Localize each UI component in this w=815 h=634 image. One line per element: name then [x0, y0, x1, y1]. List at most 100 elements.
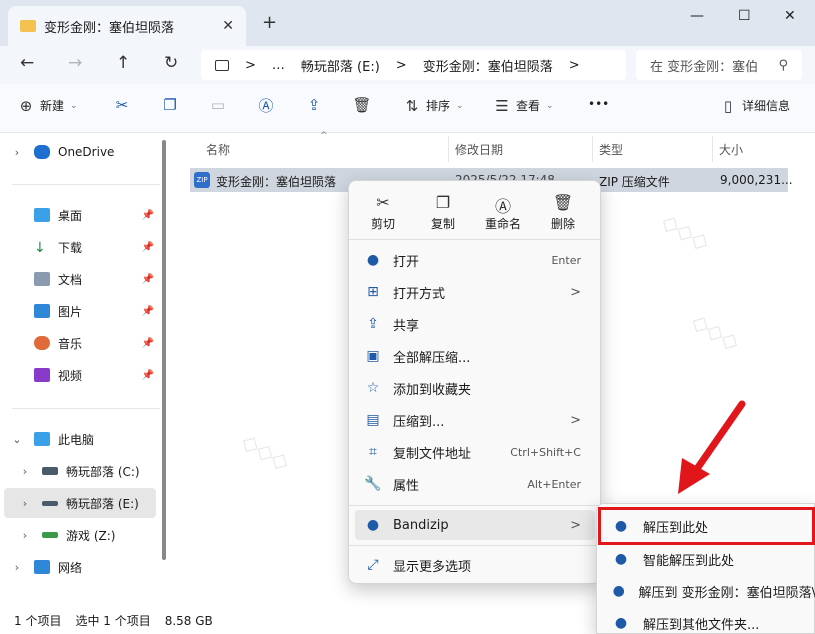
delete-button[interactable]: 🗑: [352, 96, 371, 114]
details-button[interactable]: ▯ 详细信息: [720, 96, 790, 115]
menu-item-label: 打开: [393, 254, 420, 270]
quick-action-label: 剪切: [370, 217, 395, 231]
menu-item-extract-all[interactable]: ▣ 全部解压缩...: [355, 341, 595, 371]
submenu-smart-extract[interactable]: ● 智能解压到此处: [603, 544, 815, 574]
scissors-icon: ✂: [115, 96, 129, 114]
sidebar-item-music[interactable]: 音乐 📌: [0, 328, 160, 358]
sidebar-item-this-pc[interactable]: ⌄ 此电脑: [0, 424, 160, 454]
delete-menu-button[interactable]: 🗑 删除: [535, 193, 591, 232]
share-icon: ⇪: [367, 316, 379, 332]
breadcrumb-folder[interactable]: 变形金刚：塞伯坦陨落: [423, 56, 553, 75]
new-tab-button[interactable]: +: [262, 12, 277, 33]
minimize-button[interactable]: —: [690, 8, 704, 24]
drive-icon: [42, 532, 58, 538]
back-button[interactable]: ←: [20, 53, 34, 73]
sidebar-divider: [12, 184, 160, 185]
breadcrumb-overflow[interactable]: …: [272, 58, 285, 73]
address-bar[interactable]: > … 畅玩部落 (E:) > 变形金刚：塞伯坦陨落 >: [201, 50, 626, 80]
sidebar-item-network[interactable]: › 网络: [0, 552, 160, 582]
bandizip-icon: ●: [614, 615, 628, 631]
menu-item-bandizip[interactable]: ● Bandizip >: [355, 510, 595, 540]
tab-current-folder[interactable]: 变形金刚：塞伯坦陨落 ✕: [8, 6, 246, 46]
rename-menu-button[interactable]: Ⓐ 重命名: [475, 193, 531, 232]
up-button[interactable]: ↑: [116, 53, 130, 73]
share-button[interactable]: ⇪: [306, 96, 322, 114]
sort-caret-icon: ^: [320, 131, 328, 141]
copy-button[interactable]: ❐: [162, 96, 178, 114]
wrench-icon: 🔧: [364, 476, 382, 492]
menu-item-compress-to[interactable]: ▤ 压缩到... >: [355, 405, 595, 435]
column-divider[interactable]: [712, 136, 713, 162]
menu-item-properties[interactable]: 🔧 属性 Alt+Enter: [355, 469, 595, 499]
view-button[interactable]: ☰ 查看 ⌄: [494, 96, 553, 115]
annotation-arrow: [678, 400, 746, 494]
breadcrumb-drive[interactable]: 畅玩部落 (E:): [301, 56, 380, 75]
new-button[interactable]: ⊕ 新建 ⌄: [18, 97, 78, 115]
paste-button[interactable]: ▭: [210, 96, 226, 114]
column-divider[interactable]: [448, 136, 449, 162]
maximize-button[interactable]: ☐: [738, 8, 751, 24]
menu-item-open-with[interactable]: ⊞ 打开方式 >: [355, 277, 595, 307]
scissors-icon: ✂: [376, 193, 390, 212]
column-type[interactable]: 类型: [599, 141, 623, 158]
rename-icon: Ⓐ: [494, 197, 511, 216]
more-button[interactable]: •••: [588, 97, 609, 111]
rename-icon: Ⓐ: [258, 96, 274, 115]
sidebar-item-onedrive[interactable]: › OneDrive: [0, 137, 160, 167]
menu-item-open[interactable]: ● 打开 Enter: [355, 245, 595, 275]
menu-item-label: 复制文件地址: [393, 446, 472, 462]
quick-action-label: 删除: [550, 217, 575, 231]
sidebar-item-videos[interactable]: 视频 📌: [0, 360, 160, 390]
column-divider[interactable]: [592, 136, 593, 162]
refresh-button[interactable]: ↻: [164, 53, 178, 73]
cut-menu-button[interactable]: ✂ 剪切: [355, 193, 411, 232]
sidebar-scrollbar[interactable]: [162, 140, 166, 560]
breadcrumb-sep: >: [245, 57, 256, 73]
rename-button[interactable]: Ⓐ: [258, 96, 274, 115]
copy-icon: ❐: [435, 193, 451, 212]
view-icon: ☰: [495, 96, 509, 115]
sidebar-item-drive-c[interactable]: › 畅玩部落 (C:): [0, 456, 160, 486]
copy-menu-button[interactable]: ❐ 复制: [415, 193, 471, 232]
sidebar-item-downloads[interactable]: ↓ 下载 📌: [0, 232, 160, 262]
sidebar-item-drive-e[interactable]: › 畅玩部落 (E:): [4, 488, 156, 518]
watermark: ◇◇◇: [687, 308, 744, 357]
sidebar-item-label: 文档: [58, 272, 83, 287]
submenu-extract-elsewhere[interactable]: ● 解压到其他文件夹...: [603, 608, 815, 634]
menu-item-add-favorites[interactable]: ☆ 添加到收藏夹: [355, 373, 595, 403]
sidebar-item-label: 音乐: [58, 336, 83, 351]
sidebar-item-label: 下载: [58, 240, 83, 255]
bandizip-icon: ●: [612, 583, 625, 599]
menu-item-label: 压缩到...: [393, 414, 445, 430]
sidebar-item-documents[interactable]: 文档 📌: [0, 264, 160, 294]
zip-file-icon: ZIP: [194, 172, 210, 188]
column-size[interactable]: 大小: [719, 141, 743, 158]
file-type: ZIP 压缩文件: [599, 175, 670, 189]
search-input[interactable]: 在 变形金刚：塞伯 ⚲: [636, 50, 802, 80]
pin-icon: 📌: [141, 369, 154, 381]
menu-shortcut: Alt+Enter: [527, 477, 581, 491]
pin-icon: 📌: [141, 305, 154, 317]
chevron-right-icon: >: [570, 412, 581, 428]
sort-button[interactable]: ⇅ 排序 ⌄: [404, 97, 464, 115]
close-window-button[interactable]: ✕: [784, 8, 796, 24]
menu-item-copy-path[interactable]: ⌗ 复制文件地址 Ctrl+Shift+C: [355, 437, 595, 467]
cut-button[interactable]: ✂: [114, 96, 130, 114]
submenu-extract-to-folder[interactable]: ● 解压到 变形金刚：塞伯坦陨落\: [603, 576, 815, 606]
pin-icon: 📌: [141, 273, 154, 285]
chevron-right-icon: >: [570, 284, 581, 300]
selection-size: 8.58 GB: [164, 613, 213, 628]
menu-item-share[interactable]: ⇪ 共享: [355, 309, 595, 339]
sidebar-item-drive-z[interactable]: › 游戏 (Z:): [0, 520, 160, 550]
menu-divider: [349, 545, 600, 546]
details-pane-icon: ▯: [723, 96, 733, 115]
menu-item-show-more[interactable]: ⤢ 显示更多选项: [355, 550, 595, 580]
forward-button[interactable]: →: [68, 53, 82, 73]
sidebar-item-pictures[interactable]: 图片 📌: [0, 296, 160, 326]
sidebar-item-desktop[interactable]: 桌面 📌: [0, 200, 160, 230]
tab-close-icon[interactable]: ✕: [222, 18, 234, 34]
column-date[interactable]: 修改日期: [455, 141, 503, 158]
breadcrumb-sep: >: [395, 57, 407, 73]
column-name[interactable]: 名称: [206, 141, 230, 158]
menu-item-label: Bandizip: [393, 517, 449, 533]
